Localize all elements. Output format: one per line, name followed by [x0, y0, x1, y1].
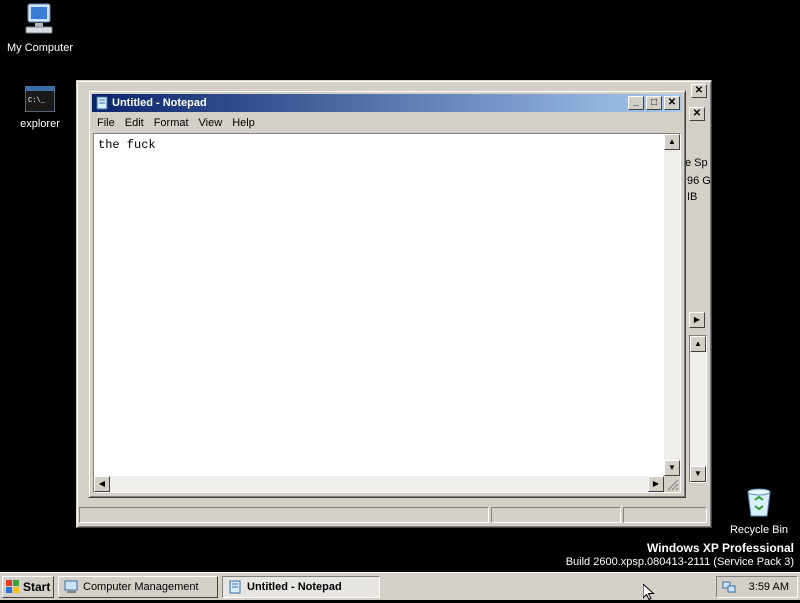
scroll-up-icon[interactable]: ▲ — [664, 134, 680, 150]
close-icon[interactable]: ✕ — [664, 96, 680, 110]
console-icon: C:\_ — [0, 85, 80, 115]
scroll-right-icon[interactable]: ▶ — [648, 476, 664, 492]
taskbar-item-label: Untitled - Notepad — [247, 581, 342, 593]
menu-help[interactable]: Help — [227, 114, 260, 132]
scroll-down-icon[interactable]: ▼ — [664, 460, 680, 476]
text-editor[interactable]: the fuck ▲ ▼ ◀ ▶ — [93, 133, 681, 493]
scroll-down-icon[interactable]: ▼ — [690, 466, 706, 482]
clock[interactable]: 3:59 AM — [749, 581, 789, 593]
scroll-up-icon[interactable]: ▲ — [690, 336, 706, 352]
taskbar-item-label: Computer Management — [83, 581, 199, 593]
start-label: Start — [23, 580, 51, 594]
desktop-icon-label: My Computer — [6, 42, 74, 54]
taskbar-item-computer-management[interactable]: Computer Management — [58, 576, 218, 598]
mouse-cursor-icon — [642, 582, 655, 603]
window-title: Untitled - Notepad — [112, 97, 207, 109]
status-pane — [79, 507, 489, 523]
my-computer-desktop-icon[interactable]: My Computer — [0, 2, 80, 54]
explorer-desktop-icon[interactable]: C:\_ explorer — [0, 85, 80, 130]
notepad-icon — [95, 96, 109, 116]
network-icon[interactable] — [722, 580, 736, 601]
menu-file[interactable]: File — [92, 114, 120, 132]
notepad-icon — [228, 580, 242, 597]
maximize-icon[interactable]: □ — [646, 96, 662, 110]
desktop-icon-label: Recycle Bin — [729, 524, 789, 536]
start-button[interactable]: Start — [2, 576, 54, 598]
vertical-scrollbar[interactable] — [689, 335, 707, 483]
computer-management-icon — [64, 580, 79, 597]
notepad-window[interactable]: Untitled - Notepad _ □ ✕ File Edit Format V… — [88, 90, 686, 498]
column-fragment: 96 G — [687, 175, 711, 187]
system-tray: 3:59 AM — [716, 576, 798, 598]
menu-view[interactable]: View — [194, 114, 228, 132]
scroll-left-icon[interactable]: ◀ — [94, 476, 110, 492]
close-icon[interactable]: ✕ — [691, 84, 707, 98]
column-fragment: IB — [687, 191, 698, 203]
minimize-icon[interactable]: _ — [628, 96, 644, 110]
close-icon[interactable]: ✕ — [689, 107, 705, 121]
status-pane — [491, 507, 621, 523]
windows-logo-icon — [6, 580, 20, 600]
menu-format[interactable]: Format — [149, 114, 194, 132]
column-fragment: e Sp — [685, 157, 708, 169]
os-build-text: Build 2600.xpsp.080413-2111 (Service Pac… — [565, 556, 794, 568]
taskbar: Start Computer Management Untitled - Not… — [0, 572, 800, 600]
desktop-icon-label: explorer — [20, 118, 60, 130]
recycle-bin-desktop-icon[interactable]: Recycle Bin — [719, 486, 799, 536]
recycle-bin-icon — [719, 486, 799, 521]
taskbar-item-notepad[interactable]: Untitled - Notepad — [222, 576, 380, 598]
os-edition-text: Windows XP Professional — [646, 541, 794, 555]
scroll-right-icon[interactable]: ▶ — [689, 312, 705, 328]
svg-text:C:\_: C:\_ — [28, 97, 46, 105]
status-pane — [623, 507, 707, 523]
computer-icon — [0, 2, 80, 39]
notepad-title-bar[interactable]: Untitled - Notepad _ □ ✕ — [92, 94, 682, 112]
vertical-scrollbar[interactable]: ▲ ▼ — [664, 134, 680, 476]
menu-edit[interactable]: Edit — [120, 114, 149, 132]
menu-bar: File Edit Format View Help — [92, 114, 682, 132]
editor-content[interactable]: the fuck — [96, 136, 662, 474]
horizontal-scrollbar[interactable]: ◀ ▶ — [94, 476, 664, 492]
resize-grip-icon[interactable] — [664, 476, 680, 492]
